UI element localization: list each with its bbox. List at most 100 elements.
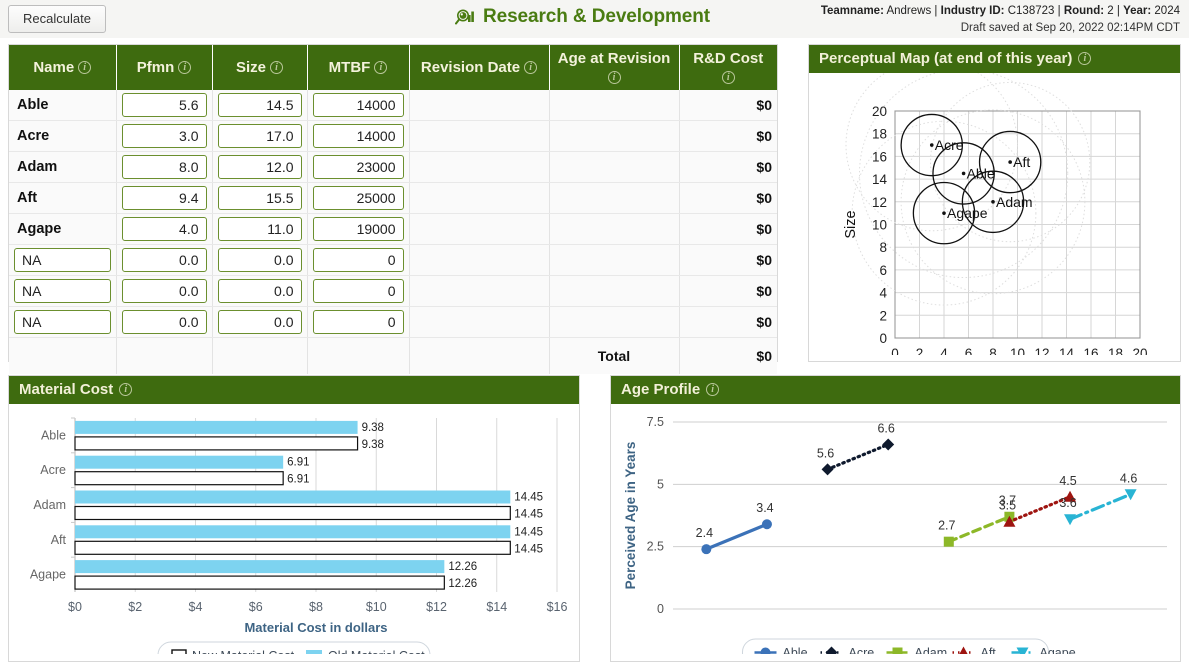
product-center-dot xyxy=(1008,160,1012,164)
cell-size xyxy=(212,306,308,339)
pfmn-input[interactable] xyxy=(121,155,207,180)
perceptual-map-header: Perceptual Map (at end of this year) i xyxy=(809,45,1180,73)
column-header-revision-date[interactable]: Revision Date i xyxy=(409,45,550,91)
meta-sep-1: | xyxy=(934,5,938,17)
series-line xyxy=(825,442,890,471)
size-input[interactable] xyxy=(217,155,302,180)
size-input[interactable] xyxy=(217,124,302,149)
size-input[interactable] xyxy=(217,279,302,304)
table-row: $0 xyxy=(9,306,777,339)
info-icon-pfmn[interactable]: i xyxy=(178,61,192,75)
cell-age-at-revision xyxy=(549,244,680,277)
mtbf-input[interactable] xyxy=(312,217,404,242)
total-label: Total xyxy=(549,337,680,374)
info-icon-perceptual-map[interactable]: i xyxy=(1078,52,1092,65)
pfmn-input[interactable] xyxy=(121,310,207,335)
y-axis-label: Perceived Age in Years xyxy=(623,442,638,590)
x-tick-label: 0 xyxy=(891,346,899,355)
pfmn-input[interactable] xyxy=(121,248,207,273)
name-input[interactable] xyxy=(14,310,111,335)
cell-pfmn xyxy=(116,90,213,122)
cell-rd-cost: $0 xyxy=(679,120,777,153)
y-tick-label: 6 xyxy=(879,263,887,278)
column-header-age-at-revision[interactable]: Age at Revision i xyxy=(549,45,680,91)
year-value: 2024 xyxy=(1154,5,1180,17)
cell-name: Aft xyxy=(9,182,117,215)
marker-diamond xyxy=(882,438,895,451)
mtbf-input[interactable] xyxy=(312,93,404,118)
column-header-rd-cost[interactable]: R&D Cost i xyxy=(679,45,777,91)
x-tick-label: $2 xyxy=(128,600,142,614)
pfmn-input[interactable] xyxy=(121,217,207,242)
category-label: Adam xyxy=(33,498,66,512)
point-value-label: 3.6 xyxy=(1059,496,1076,510)
column-header-size[interactable]: Size i xyxy=(212,45,308,91)
column-header-mtbf[interactable]: MTBF i xyxy=(307,45,410,91)
y-tick-label: 16 xyxy=(872,149,887,164)
material-cost-body: 9.38 9.38 6.91 6.91 14.45 14.45 14.45 14.45 12.2… xyxy=(9,404,579,670)
y-tick-label: 20 xyxy=(872,104,887,119)
y-tick-label: 2 xyxy=(879,308,887,323)
column-header-name[interactable]: Name i xyxy=(9,45,117,91)
pfmn-input[interactable] xyxy=(121,186,207,211)
legend-swatch-new-material-cost xyxy=(171,649,187,663)
info-icon-name[interactable]: i xyxy=(78,61,92,75)
year-label: Year: xyxy=(1123,5,1152,17)
cell-mtbf xyxy=(307,151,410,184)
mtbf-input[interactable] xyxy=(312,279,404,304)
cell-rd-cost: $0 xyxy=(679,213,777,246)
cell-revision-date xyxy=(409,306,550,339)
info-icon-size[interactable]: i xyxy=(270,61,283,75)
column-header-pfmn[interactable]: Pfmn i xyxy=(116,45,213,91)
marker-square xyxy=(943,536,954,547)
size-input[interactable] xyxy=(217,186,302,211)
info-icon-rd-cost[interactable]: i xyxy=(721,71,735,85)
marker-circle xyxy=(701,544,712,555)
pfmn-input[interactable] xyxy=(121,279,207,304)
name-input[interactable] xyxy=(14,248,111,273)
size-input[interactable] xyxy=(217,310,302,335)
x-tick-label: 6 xyxy=(965,346,973,355)
mtbf-input[interactable] xyxy=(312,124,404,149)
magnifier-barchart-icon xyxy=(455,8,477,28)
x-tick-label: $6 xyxy=(249,600,263,614)
y-tick-label: 4 xyxy=(879,286,887,301)
info-icon-revision-date[interactable]: i xyxy=(524,61,538,75)
material-cost-legend[interactable]: New Material Cost Old Material Cost xyxy=(157,641,431,670)
cell-pfmn xyxy=(116,275,213,308)
bar-label-new: 6.91 xyxy=(287,474,309,486)
mtbf-input[interactable] xyxy=(312,248,404,273)
x-tick-label: $0 xyxy=(68,600,82,614)
legend-label-agape: Agape xyxy=(1040,646,1076,654)
info-icon-age-profile[interactable]: i xyxy=(706,383,720,396)
info-icon-age-at-revision[interactable]: i xyxy=(607,71,621,85)
info-icon-material-cost[interactable]: i xyxy=(119,383,133,396)
meta-sep-2: | xyxy=(1057,5,1061,17)
recalculate-button[interactable]: Recalculate xyxy=(8,5,106,33)
cell-pfmn xyxy=(116,151,213,184)
meta-sep-3: | xyxy=(1116,5,1120,17)
size-input[interactable] xyxy=(217,217,302,242)
bar-new-material-cost xyxy=(74,471,284,486)
cell-size xyxy=(212,120,308,153)
age-profile-legend[interactable]: Able Acre Adam Aft Agape xyxy=(742,638,1076,667)
cell-rd-cost: $0 xyxy=(679,151,777,184)
cell-name xyxy=(9,244,117,277)
mtbf-input[interactable] xyxy=(312,186,404,211)
mtbf-input[interactable] xyxy=(312,155,404,180)
size-input[interactable] xyxy=(217,248,302,273)
rd-table-header-row: Name i Pfmn i Size i MTBF i Revision Date i A… xyxy=(9,45,777,91)
name-input[interactable] xyxy=(14,279,111,304)
size-input[interactable] xyxy=(217,93,302,118)
bar-old-material-cost xyxy=(75,420,358,434)
column-header-age-at-revision-label: Age at Revision xyxy=(557,50,671,67)
industry-value: C138723 xyxy=(1007,5,1055,17)
y-tick-label: 14 xyxy=(872,172,888,187)
pfmn-input[interactable] xyxy=(121,124,207,149)
mtbf-input[interactable] xyxy=(312,310,404,335)
cell-age-at-revision xyxy=(549,306,680,339)
pfmn-input[interactable] xyxy=(121,93,207,118)
x-tick-label: $8 xyxy=(309,600,323,614)
cell-pfmn xyxy=(116,306,213,339)
info-icon-mtbf[interactable]: i xyxy=(374,61,388,75)
